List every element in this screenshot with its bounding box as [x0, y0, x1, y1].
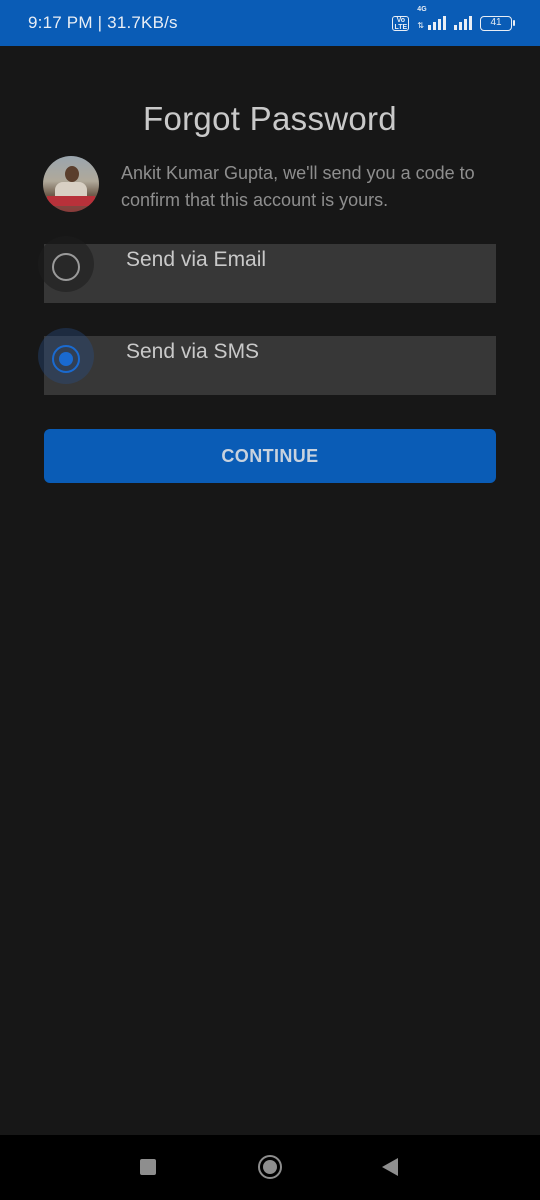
- battery-icon: 41: [480, 15, 515, 31]
- continue-button[interactable]: CONTINUE: [44, 429, 496, 483]
- option-send-via-sms[interactable]: Send via SMS: [38, 328, 496, 395]
- option-label-email: Send via Email: [126, 248, 267, 271]
- home-icon[interactable]: [258, 1155, 282, 1179]
- avatar: [43, 156, 99, 212]
- battery-level: 41: [490, 16, 502, 28]
- option-send-via-email[interactable]: Send via Email: [38, 236, 496, 303]
- radio-email[interactable]: [52, 253, 80, 281]
- status-icons: Vo LTE 4G ⇅ 41: [392, 6, 515, 31]
- network-type-label: 4G: [417, 6, 427, 13]
- volte-icon: Vo LTE: [392, 15, 410, 31]
- signal-sim2-icon: [454, 16, 472, 30]
- radio-sms[interactable]: [52, 345, 80, 373]
- confirmation-message: Ankit Kumar Gupta, we'll send you a code…: [121, 163, 475, 210]
- option-label-sms: Send via SMS: [126, 340, 260, 363]
- page-title: Forgot Password: [143, 100, 397, 137]
- signal-sim1-icon: 4G ⇅: [417, 6, 446, 30]
- recent-apps-icon[interactable]: [140, 1159, 156, 1175]
- back-icon[interactable]: [382, 1158, 398, 1176]
- data-arrows-icon: ⇅: [417, 21, 424, 30]
- status-bar: 9:17 PM | 31.7KB/s Vo LTE 4G ⇅ 41: [0, 0, 540, 46]
- navigation-bar: [0, 1135, 540, 1200]
- status-time-speed: 9:17 PM | 31.7KB/s: [28, 13, 178, 32]
